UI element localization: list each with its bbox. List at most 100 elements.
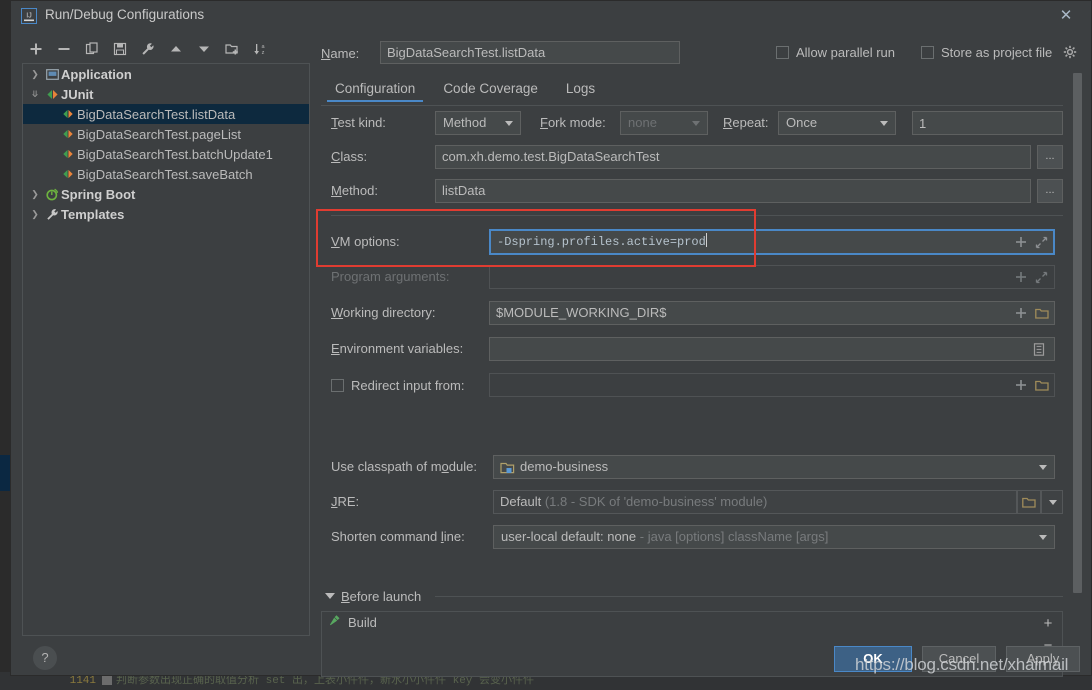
- copy-icon: [85, 42, 98, 55]
- plus-icon[interactable]: [1015, 236, 1027, 248]
- jre-label: JRE:: [331, 494, 360, 509]
- checkbox-box[interactable]: [921, 46, 934, 59]
- environment-variables-label: Environment variables:: [331, 341, 464, 356]
- tab-configuration[interactable]: Configuration: [321, 79, 429, 102]
- tab-logs[interactable]: Logs: [552, 79, 609, 102]
- jre-input[interactable]: Default (1.8 - SDK of 'demo-business' mo…: [493, 490, 1017, 514]
- working-directory-row: Working directory: $MODULE_WORKING_DIR$: [321, 301, 1063, 325]
- tabs-separator: [321, 105, 1063, 106]
- repeat-combo[interactable]: Once: [778, 111, 896, 135]
- name-input[interactable]: [380, 41, 680, 64]
- shorten-command-line-combo[interactable]: user-local default: none - java [options…: [493, 525, 1055, 549]
- tab-code-coverage[interactable]: Code Coverage: [429, 79, 552, 102]
- folder-icon[interactable]: [1035, 379, 1049, 392]
- configurations-tree[interactable]: ❯ Application ⤋ JUnit BigDataSearchTest.…: [22, 63, 310, 636]
- tree-item-spring-boot[interactable]: ❯ Spring Boot: [23, 184, 309, 204]
- configuration-pane-scrollbar[interactable]: [1073, 71, 1082, 631]
- add-configuration-button[interactable]: [23, 38, 49, 60]
- working-directory-input[interactable]: $MODULE_WORKING_DIR$: [489, 301, 1055, 325]
- environment-variables-input[interactable]: [489, 337, 1055, 361]
- vm-options-input[interactable]: -Dspring.profiles.active=prod: [489, 229, 1055, 255]
- chevron-down-icon: [1049, 500, 1057, 505]
- before-launch-item-label: Build: [348, 614, 377, 630]
- method-input[interactable]: listData: [435, 179, 1031, 203]
- tree-item-junit[interactable]: ⤋ JUnit: [23, 84, 309, 104]
- copy-configuration-button[interactable]: [79, 38, 105, 60]
- chevron-right-icon[interactable]: ❯: [27, 189, 43, 200]
- vm-options-label: VM options:: [331, 234, 400, 249]
- dialog-title: Run/Debug Configurations: [45, 7, 205, 22]
- checkbox-box[interactable]: [776, 46, 789, 59]
- use-classpath-value: demo-business: [520, 459, 609, 474]
- jre-value-sub: (1.8 - SDK of 'demo-business' module): [544, 494, 768, 509]
- before-launch-header[interactable]: Before launch: [321, 587, 1063, 605]
- jre-browse-button[interactable]: [1017, 490, 1041, 514]
- class-input[interactable]: com.xh.demo.test.BigDataSearchTest: [435, 145, 1031, 169]
- expand-icon[interactable]: [1035, 236, 1048, 249]
- use-classpath-combo[interactable]: demo-business: [493, 455, 1055, 479]
- chevron-right-icon[interactable]: ❯: [27, 209, 43, 220]
- tree-item-label: BigDataSearchTest.listData: [77, 106, 236, 122]
- store-as-project-file-checkbox[interactable]: Store as project file: [921, 45, 1052, 60]
- sort-configurations-button[interactable]: a z: [247, 38, 273, 60]
- chevron-right-icon[interactable]: ❯: [27, 69, 43, 80]
- allow-parallel-run-checkbox[interactable]: Allow parallel run: [776, 45, 895, 60]
- redirect-input-field[interactable]: [489, 373, 1055, 397]
- close-icon[interactable]: ✕: [1049, 5, 1083, 27]
- cancel-button[interactable]: Cancel: [922, 646, 996, 672]
- tree-item-bigdatasearchtest-pagelist[interactable]: BigDataSearchTest.pageList: [23, 124, 309, 144]
- test-kind-combo[interactable]: Method: [435, 111, 521, 135]
- before-launch-add-button[interactable]: +: [1038, 613, 1058, 633]
- tree-item-bigdatasearchtest-batchupdate1[interactable]: BigDataSearchTest.batchUpdate1: [23, 144, 309, 164]
- plus-icon[interactable]: [1015, 271, 1027, 283]
- gear-icon[interactable]: [1063, 45, 1078, 63]
- arrow-down-icon: [199, 46, 209, 52]
- class-browse-button[interactable]: ...: [1037, 145, 1063, 169]
- tree-item-application[interactable]: ❯ Application: [23, 64, 309, 84]
- plus-icon: [30, 43, 42, 55]
- plus-icon[interactable]: [1015, 307, 1027, 319]
- redirect-input-field-icons: [1015, 373, 1049, 397]
- tree-item-label: BigDataSearchTest.pageList: [77, 126, 242, 142]
- help-button[interactable]: ?: [33, 646, 57, 670]
- dialog-titlebar: IJ Run/Debug Configurations ✕: [11, 1, 1091, 31]
- redirect-input-checkbox[interactable]: Redirect input from:: [331, 378, 464, 393]
- plus-icon[interactable]: [1015, 379, 1027, 391]
- vm-options-value: -Dspring.profiles.active=prod: [497, 235, 706, 249]
- folder-icon[interactable]: [1035, 307, 1049, 320]
- chevron-down-icon[interactable]: ⤋: [27, 89, 43, 100]
- edit-defaults-button[interactable]: [135, 38, 161, 60]
- remove-configuration-button[interactable]: [51, 38, 77, 60]
- name-label: Name:: [321, 46, 360, 61]
- save-configuration-button[interactable]: [107, 38, 133, 60]
- vm-options-field-icons: [1015, 230, 1048, 254]
- junit-run-icon: [59, 168, 77, 180]
- intellij-idea-icon: IJ: [21, 8, 37, 24]
- tree-item-bigdatasearchtest-listdata[interactable]: BigDataSearchTest.listData: [23, 104, 309, 124]
- list-editor-icon[interactable]: [1033, 342, 1045, 356]
- application-icon: [43, 68, 61, 81]
- working-directory-field-icons: [1015, 301, 1049, 325]
- repeat-count-input[interactable]: [912, 111, 1063, 135]
- method-browse-button[interactable]: ...: [1037, 179, 1063, 203]
- move-up-button[interactable]: [163, 38, 189, 60]
- class-label: Class:: [331, 149, 368, 164]
- triangle-down-icon[interactable]: [325, 593, 335, 599]
- before-launch-item-build[interactable]: Build: [322, 612, 1062, 632]
- chevron-down-icon: [692, 121, 700, 126]
- class-row: Class: com.xh.demo.test.BigDataSearchTes…: [321, 145, 1063, 169]
- junit-run-icon: [59, 148, 77, 160]
- program-arguments-input[interactable]: [489, 265, 1055, 289]
- tree-item-templates[interactable]: ❯ Templates: [23, 204, 309, 224]
- ok-button[interactable]: OK: [834, 646, 912, 672]
- configurations-toolbar: a z: [23, 37, 309, 61]
- expand-icon[interactable]: [1035, 271, 1048, 284]
- new-folder-button[interactable]: [219, 38, 245, 60]
- jre-dropdown-button[interactable]: [1041, 490, 1063, 514]
- fork-mode-combo[interactable]: none: [620, 111, 708, 135]
- apply-button[interactable]: Apply: [1006, 646, 1080, 672]
- tree-item-bigdatasearchtest-savebatch[interactable]: BigDataSearchTest.saveBatch: [23, 164, 309, 184]
- checkbox-box[interactable]: [331, 379, 344, 392]
- move-down-button[interactable]: [191, 38, 217, 60]
- scrollbar-thumb[interactable]: [1073, 73, 1082, 593]
